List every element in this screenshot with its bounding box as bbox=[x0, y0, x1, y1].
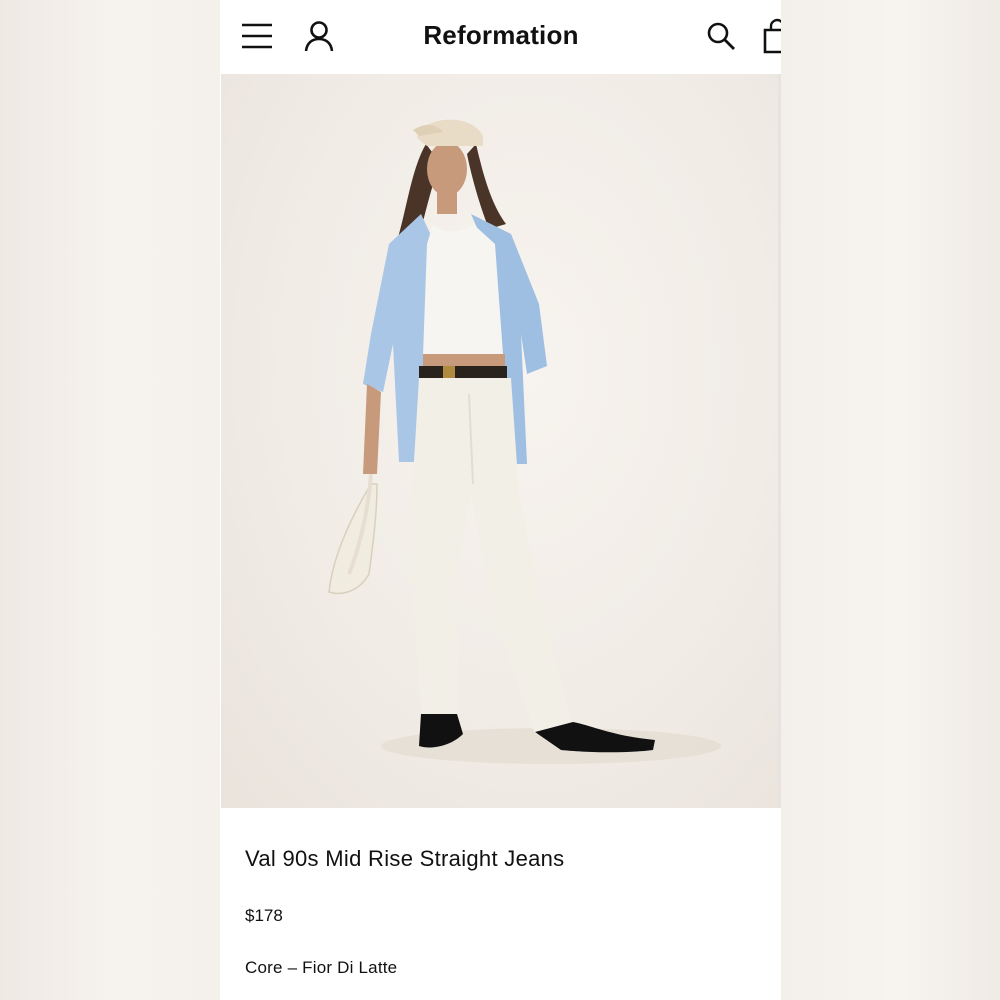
brand-logo[interactable]: Reformation bbox=[221, 20, 781, 51]
product-title[interactable]: Val 90s Mid Rise Straight Jeans bbox=[245, 846, 564, 872]
phone-screen: Reformation Val 90s Mid Rise Straight Je… bbox=[221, 0, 781, 1000]
product-color-name: Core – Fior Di Latte bbox=[245, 958, 398, 977]
top-navigation-bar: Reformation bbox=[221, 0, 781, 74]
bag-icon[interactable] bbox=[761, 18, 781, 56]
product-hero-image[interactable] bbox=[221, 74, 778, 808]
hero-divider bbox=[778, 74, 781, 808]
search-icon[interactable] bbox=[705, 20, 737, 52]
model-photo bbox=[328, 119, 721, 764]
product-price: $178 bbox=[245, 906, 283, 925]
